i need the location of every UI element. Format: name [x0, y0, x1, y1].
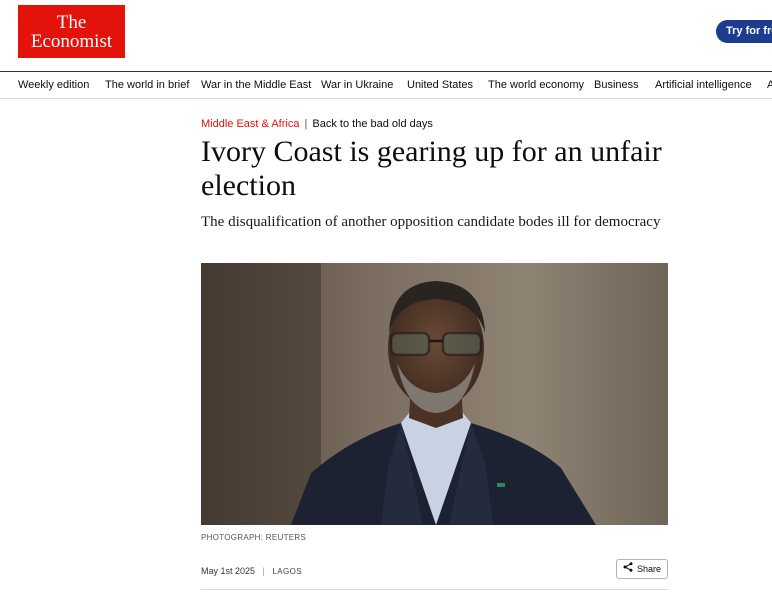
section-link[interactable]: Middle East & Africa	[201, 118, 299, 130]
article-rubric: Middle East & Africa | Back to the bad o…	[201, 118, 433, 130]
main-navigation: Weekly edition The world in brief War in…	[0, 71, 772, 99]
article-lead-image	[201, 263, 668, 525]
top-bar: The Economist Try for free	[0, 0, 772, 72]
share-icon	[623, 560, 633, 578]
logo-line-2: Economist	[30, 30, 113, 52]
nav-item-overflow[interactable]: A	[767, 79, 772, 91]
economist-logo[interactable]: The Economist	[18, 5, 125, 58]
nav-item-world-economy[interactable]: The world economy	[488, 79, 584, 91]
content-divider	[201, 589, 668, 590]
nav-item-war-middle-east[interactable]: War in the Middle East	[201, 79, 311, 91]
nav-item-business[interactable]: Business	[594, 79, 639, 91]
nav-item-artificial-intelligence[interactable]: Artificial intelligence	[655, 79, 752, 91]
dateline-location: LAGOS	[272, 567, 302, 576]
meta-separator: |	[262, 566, 265, 576]
nav-item-united-states[interactable]: United States	[407, 79, 473, 91]
publish-date: May 1st 2025	[201, 566, 256, 576]
article-meta: May 1st 2025 | LAGOS	[201, 566, 302, 576]
nav-item-world-in-brief[interactable]: The world in brief	[105, 79, 189, 91]
share-button[interactable]: Share	[616, 559, 668, 579]
article-subheadline: The disqualification of another oppositi…	[201, 214, 661, 230]
logo-line-1: The	[56, 11, 87, 33]
nav-item-war-ukraine[interactable]: War in Ukraine	[321, 79, 393, 91]
image-credit: PHOTOGRAPH: REUTERS	[201, 533, 307, 542]
rubric-separator: |	[304, 118, 308, 130]
nav-item-weekly-edition[interactable]: Weekly edition	[18, 79, 89, 91]
try-for-free-button[interactable]: Try for free	[716, 20, 772, 43]
share-label: Share	[636, 564, 662, 574]
fly-title: Back to the bad old days	[312, 118, 433, 130]
article-headline: Ivory Coast is gearing up for an unfair …	[201, 135, 662, 202]
